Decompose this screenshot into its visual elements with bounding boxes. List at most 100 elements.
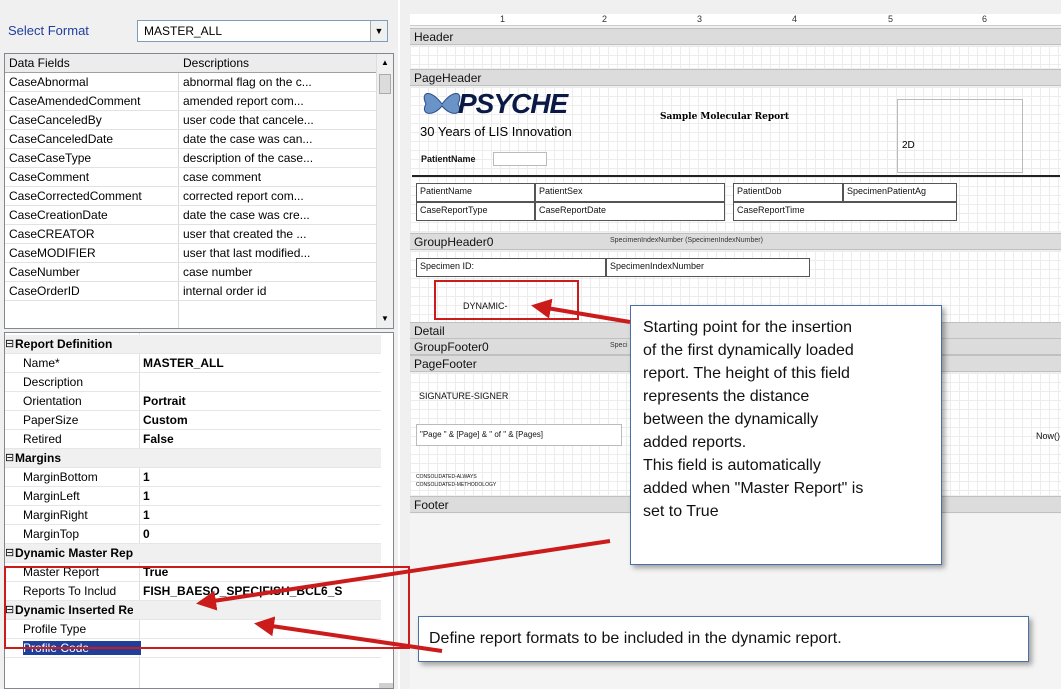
property-value[interactable]: MASTER_ALL <box>143 356 383 370</box>
property-row-papersize[interactable]: PaperSize Custom <box>5 411 381 430</box>
chevron-down-icon[interactable]: ▼ <box>370 21 387 41</box>
collapse-icon[interactable]: ⊟ <box>5 337 15 350</box>
field-now[interactable]: Now() <box>1033 429 1061 443</box>
data-field-description: internal order id <box>183 284 267 298</box>
field-patient-name[interactable]: PatientName <box>416 183 535 202</box>
report-title[interactable]: Sample Molecular Report <box>660 112 789 122</box>
property-row-marginright[interactable]: MarginRight 1 <box>5 506 381 525</box>
field-patient-sex[interactable]: PatientSex <box>535 183 725 202</box>
data-field-name: CaseAmendedComment <box>9 94 141 108</box>
property-row-name[interactable]: Name* MASTER_ALL <box>5 354 381 373</box>
property-name: MarginRight <box>23 508 88 522</box>
table-row[interactable]: CaseNumber case number <box>5 263 377 282</box>
field-signature-signer[interactable]: SIGNATURE-SIGNER <box>416 389 536 403</box>
property-value[interactable]: 1 <box>143 508 383 522</box>
band-group-footer-note: Speci <box>610 342 628 349</box>
data-field-description: description of the case... <box>183 151 314 165</box>
table-row[interactable]: CaseCreationDate date the case was cre... <box>5 206 377 225</box>
patient-name-label[interactable]: PatientName <box>418 152 493 166</box>
column-header-data-fields[interactable]: Data Fields <box>9 56 174 70</box>
field-patient-dob[interactable]: PatientDob <box>733 183 843 202</box>
callout-dynamic-line: report. The height of this field <box>643 365 850 382</box>
barcode-box[interactable]: 2D <box>897 99 1023 173</box>
band-page-header[interactable]: PageHeader <box>410 69 1061 86</box>
callout-report-formats: Define report formats to be included in … <box>418 616 1029 662</box>
scroll-down-icon[interactable]: ▼ <box>378 312 392 326</box>
property-row-marginbottom[interactable]: MarginBottom 1 <box>5 468 381 487</box>
table-row[interactable]: CaseOrderID internal order id <box>5 282 377 301</box>
property-name: Name* <box>23 356 60 370</box>
table-row[interactable]: CaseMODIFIER user that last modified... <box>5 244 377 263</box>
property-value[interactable]: False <box>143 432 383 446</box>
table-row[interactable]: CaseAmendedComment amended report com... <box>5 92 377 111</box>
collapse-icon[interactable]: ⊟ <box>5 451 15 464</box>
property-value[interactable]: Portrait <box>143 394 383 408</box>
data-field-name: CaseComment <box>9 170 90 184</box>
table-row[interactable]: CaseCanceledBy user code that cancele... <box>5 111 377 130</box>
property-value[interactable]: 1 <box>143 470 383 484</box>
table-row[interactable]: CaseCanceledDate date the case was can... <box>5 130 377 149</box>
data-field-name: CaseCreationDate <box>9 208 108 222</box>
data-field-description: amended report com... <box>183 94 304 108</box>
table-row[interactable]: CaseComment case comment <box>5 168 377 187</box>
band-group-header-label: GroupHeader0 <box>414 235 494 249</box>
field-specimen-id-label[interactable]: Specimen ID: <box>416 258 606 277</box>
property-section-dynamic-master-report[interactable]: ⊟Dynamic Master Report <box>5 544 381 563</box>
callout-dynamic-line: represents the distance <box>643 388 810 405</box>
scroll-up-icon[interactable]: ▲ <box>378 56 392 70</box>
table-row[interactable]: CaseCREATOR user that created the ... <box>5 225 377 244</box>
barcode-label: 2D <box>902 140 915 151</box>
callout-dynamic-line: Starting point for the insertion <box>643 319 853 336</box>
property-name: Description <box>23 375 84 389</box>
fields-scrollbar[interactable]: ▲ ▼ <box>376 54 393 328</box>
property-value[interactable]: 0 <box>143 527 383 541</box>
table-row[interactable]: CaseAbnormal abnormal flag on the c... <box>5 73 377 92</box>
table-row[interactable]: CaseCorrectedComment corrected report com… <box>5 187 377 206</box>
field-specimen-patient-age[interactable]: SpecimenPatientAg <box>843 183 957 202</box>
ruler-mark: 4 <box>792 14 798 24</box>
data-fields-table: Data Fields Descriptions CaseAbnormal abn… <box>4 53 394 329</box>
data-field-description: user that created the ... <box>183 227 307 241</box>
ruler-mark: 6 <box>982 14 988 24</box>
callout-dynamic-field: Starting point for the insertion of the f… <box>630 305 942 565</box>
callout-dynamic-line: This field is automatically <box>643 457 821 474</box>
property-row-retired[interactable]: Retired False <box>5 430 381 449</box>
property-value[interactable]: 1 <box>143 489 383 503</box>
dynamic-master-report-highlight <box>4 566 410 649</box>
scrollbar-thumb[interactable] <box>379 74 391 94</box>
field-specimen-index-number[interactable]: SpecimenIndexNumber <box>606 258 810 277</box>
patient-name-box[interactable] <box>493 152 547 166</box>
property-row-description[interactable]: Description <box>5 373 381 392</box>
data-field-description: case comment <box>183 170 262 184</box>
table-row[interactable]: CaseCaseType description of the case... <box>5 149 377 168</box>
property-row-orientation[interactable]: Orientation Portrait <box>5 392 381 411</box>
band-header[interactable]: Header <box>410 28 1061 45</box>
field-case-report-date[interactable]: CaseReportDate <box>535 202 725 221</box>
property-value[interactable]: Custom <box>143 413 383 427</box>
property-scrollbar[interactable] <box>379 683 393 688</box>
band-group-footer-label: GroupFooter0 <box>414 340 489 354</box>
field-consolidated-methodology[interactable]: CONSOLIDATED-METHODOLOGY <box>416 482 576 488</box>
property-row-margintop[interactable]: MarginTop 0 <box>5 525 381 544</box>
header-area[interactable] <box>410 46 1061 68</box>
property-section-report-definition[interactable]: ⊟ Report Definition <box>5 335 381 354</box>
property-name: Retired <box>23 432 62 446</box>
column-header-descriptions[interactable]: Descriptions <box>183 56 375 70</box>
property-row-marginleft[interactable]: MarginLeft 1 <box>5 487 381 506</box>
field-case-report-type[interactable]: CaseReportType <box>416 202 535 221</box>
format-dropdown[interactable]: MASTER_ALL ▼ <box>137 20 388 42</box>
band-page-footer-label: PageFooter <box>414 357 477 371</box>
band-detail-label: Detail <box>414 324 445 338</box>
band-page-header-label: PageHeader <box>414 71 482 85</box>
data-field-name: CaseNumber <box>9 265 80 279</box>
band-group-header[interactable]: GroupHeader0 SpecimenIndexNumber (Specim… <box>410 233 1061 250</box>
band-footer-label: Footer <box>414 498 449 512</box>
logo: PSYCHE 30 Years of LIS Innovation <box>418 88 613 144</box>
property-section-margins[interactable]: ⊟ Margins <box>5 449 381 468</box>
field-case-report-time[interactable]: CaseReportTime <box>733 202 957 221</box>
data-field-description: date the case was cre... <box>183 208 310 222</box>
field-page-expression[interactable]: "Page " & [Page] & " of " & [Pages] <box>416 424 622 446</box>
field-consolidated-always[interactable]: CONSOLIDATED-ALWAYS <box>416 474 556 480</box>
collapse-icon[interactable]: ⊟ <box>5 546 15 559</box>
select-format-label: Select Format <box>8 23 89 38</box>
